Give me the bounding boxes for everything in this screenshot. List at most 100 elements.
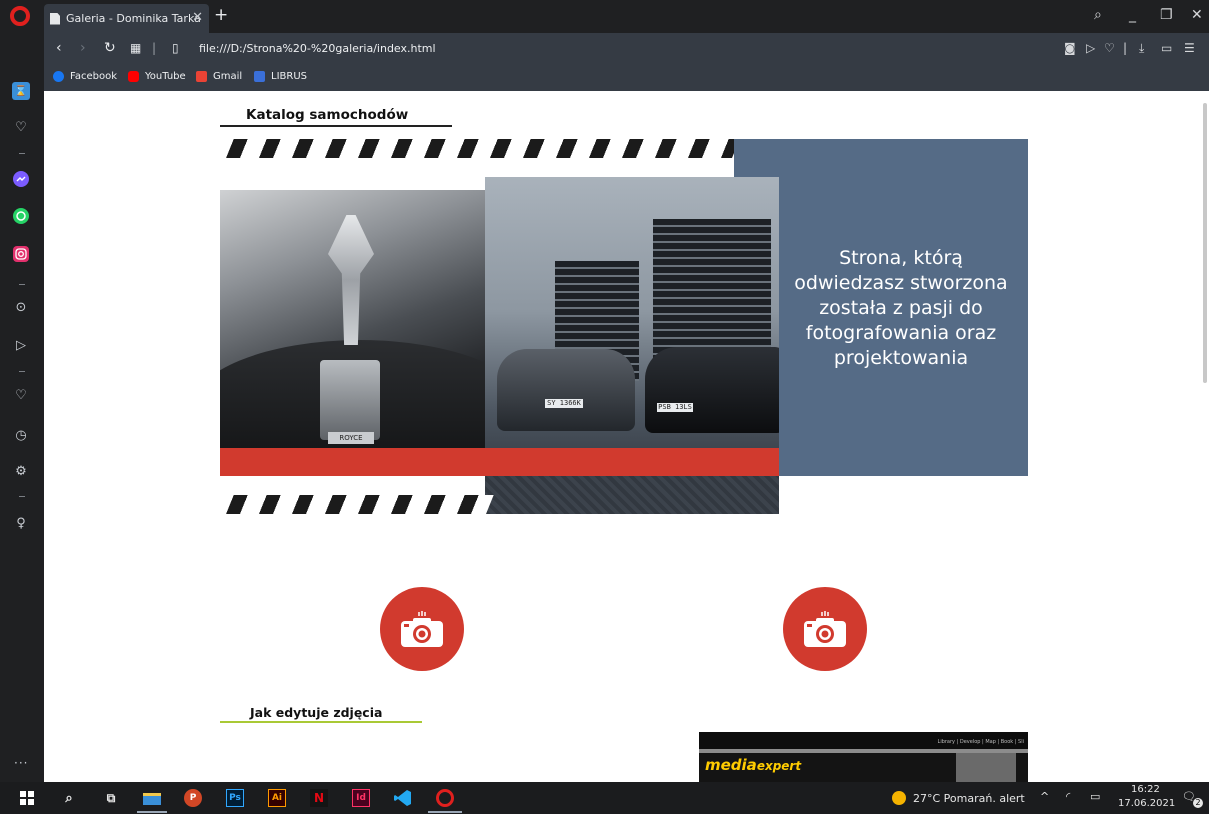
back-icon[interactable]: ‹ xyxy=(56,40,62,56)
send-to-flow-icon[interactable]: ▷ xyxy=(1086,41,1095,55)
page-info-icon[interactable]: ▯ xyxy=(172,40,179,56)
sidebar-divider xyxy=(19,496,25,497)
tab-title: Galeria - Dominika Tarka xyxy=(66,12,201,25)
separator: | xyxy=(152,41,157,55)
browser-sidebar: ⌛ ♡ ⊙ ▷ ♡ ◷ ⚙ ♀ ··· xyxy=(0,0,44,782)
powerpoint-icon[interactable]: P xyxy=(184,789,202,807)
restore-icon[interactable]: ❐ xyxy=(1160,8,1173,22)
plate-1: SY 1366K xyxy=(545,399,583,408)
send-icon[interactable]: ▷ xyxy=(12,336,30,354)
weather-icon[interactable] xyxy=(890,789,908,807)
battery-icon[interactable]: ▭ xyxy=(1090,790,1100,803)
photo-audi-cars[interactable]: SY 1366K PSB 13LS xyxy=(485,177,779,514)
sidebar-divider xyxy=(19,153,25,154)
camera-button[interactable] xyxy=(380,587,464,671)
app-active-indicator xyxy=(428,811,462,813)
network-icon[interactable]: ◜ xyxy=(1066,790,1070,803)
address-bar: ‹ › ↻ ▦ | ▯ file:///D:/Strona%20-%20gale… xyxy=(44,33,1209,65)
settings-icon[interactable]: ⚙ xyxy=(12,462,30,480)
clock-time[interactable]: 16:22 xyxy=(1131,784,1160,795)
heart-icon[interactable]: ♡ xyxy=(12,386,30,404)
document-icon xyxy=(50,12,60,25)
camera-button[interactable] xyxy=(783,587,867,671)
search-icon[interactable]: ⌕ xyxy=(1094,8,1102,22)
royce-badge: ROYCE xyxy=(328,432,374,444)
sidebar-divider xyxy=(19,371,25,372)
easy-setup-icon[interactable]: ☰ xyxy=(1184,41,1195,55)
file-explorer-icon[interactable] xyxy=(143,789,161,807)
whatsapp-icon[interactable] xyxy=(12,207,30,225)
lightbulb-icon[interactable]: ♀ xyxy=(12,514,30,532)
bookmark-label: YouTube xyxy=(145,71,186,82)
task-view-icon[interactable]: ⧉ xyxy=(102,789,120,807)
camera-icon xyxy=(804,611,846,647)
opera-logo-icon[interactable] xyxy=(10,6,30,26)
new-tab-button[interactable]: + xyxy=(214,7,228,24)
bookmark-librus[interactable]: LIBRUS xyxy=(254,71,307,82)
show-hidden-icons[interactable]: ^ xyxy=(1040,790,1049,803)
title-underline xyxy=(220,125,452,127)
plate-2: PSB 13LS xyxy=(657,403,693,412)
librus-icon xyxy=(254,71,265,82)
workspace-icon[interactable]: ⌛ xyxy=(12,82,30,100)
tab-bar: Galeria - Dominika Tarka ✕ + ⌕ _ ❐ ✕ xyxy=(44,0,1209,33)
player-icon[interactable]: ⊙ xyxy=(12,298,30,316)
battery-saver-icon[interactable]: ▭ xyxy=(1161,41,1172,55)
gmail-icon xyxy=(196,71,207,82)
url-field[interactable]: file:///D:/Strona%20-%20galeria/index.ht… xyxy=(199,42,436,55)
history-icon[interactable]: ◷ xyxy=(12,426,30,444)
indesign-icon[interactable]: Id xyxy=(352,789,370,807)
photo-rolls-royce[interactable]: ROYCE xyxy=(220,190,486,448)
top-stripe-decoration xyxy=(226,139,740,158)
audi-car xyxy=(497,349,635,431)
car-grille xyxy=(320,360,380,440)
section-underline xyxy=(220,721,422,723)
bookmark-gmail[interactable]: Gmail xyxy=(196,71,242,82)
preview-menu: Library | Develop | Map | Book | Sli xyxy=(699,732,1028,749)
opera-taskbar-icon[interactable] xyxy=(436,789,454,807)
separator: | xyxy=(1123,41,1128,55)
minimize-icon[interactable]: _ xyxy=(1129,8,1136,22)
speed-dial-icon[interactable]: ▦ xyxy=(130,40,141,56)
forward-icon[interactable]: › xyxy=(80,40,86,56)
pavement xyxy=(485,476,779,514)
spirit-of-ecstasy-figure xyxy=(328,215,374,345)
page-title: Katalog samochodów xyxy=(246,107,409,123)
close-icon[interactable]: ✕ xyxy=(1191,8,1203,22)
vscode-icon[interactable] xyxy=(394,789,412,807)
download-icon[interactable]: ⤓ xyxy=(1139,41,1144,55)
windows-taskbar: ⌕ ⧉ P Ps Ai N Id 27°C Pomarań. alert ^ ◜… xyxy=(0,782,1209,814)
tab-galeria[interactable]: Galeria - Dominika Tarka ✕ xyxy=(44,4,209,33)
heart-icon[interactable]: ♡ xyxy=(12,118,30,136)
black-car xyxy=(645,347,779,433)
preview-side-panel xyxy=(956,753,1016,782)
intro-text: Strona, którą odwiedzasz stworzona zosta… xyxy=(794,247,1008,369)
windows-start-icon[interactable] xyxy=(18,789,36,807)
bookmark-youtube[interactable]: YouTube xyxy=(128,71,186,82)
logo-main: media xyxy=(705,756,757,774)
illustrator-icon[interactable]: Ai xyxy=(268,789,286,807)
search-icon[interactable]: ⌕ xyxy=(60,789,78,807)
clock-date[interactable]: 17.06.2021 xyxy=(1118,798,1175,809)
youtube-icon xyxy=(128,71,139,82)
tab-close-icon[interactable]: ✕ xyxy=(192,11,203,24)
app-active-indicator xyxy=(137,811,167,813)
facebook-icon xyxy=(53,71,64,82)
editing-screenshot[interactable]: Library | Develop | Map | Book | Sli med… xyxy=(699,732,1028,782)
bookmark-facebook[interactable]: Facebook xyxy=(53,71,117,82)
more-icon[interactable]: ··· xyxy=(14,756,28,770)
messenger-icon[interactable] xyxy=(12,170,30,188)
bookmark-label: LIBRUS xyxy=(271,71,307,82)
netflix-icon[interactable]: N xyxy=(310,789,328,807)
snapshot-icon[interactable]: ◙ xyxy=(1064,41,1076,55)
notifications-count: 2 xyxy=(1193,798,1203,808)
section-title: Jak edytuje zdjęcia xyxy=(250,705,383,720)
photoshop-icon[interactable]: Ps xyxy=(226,789,244,807)
instagram-icon[interactable] xyxy=(12,245,30,263)
logo-sub: expert xyxy=(756,759,802,773)
weather-text[interactable]: 27°C Pomarań. alert xyxy=(913,792,1025,805)
mediaexpert-logo: mediaexpert xyxy=(705,756,801,774)
reload-icon[interactable]: ↻ xyxy=(104,40,116,56)
scrollbar[interactable] xyxy=(1203,103,1207,383)
bookmark-heart-icon[interactable]: ♡ xyxy=(1104,41,1115,55)
